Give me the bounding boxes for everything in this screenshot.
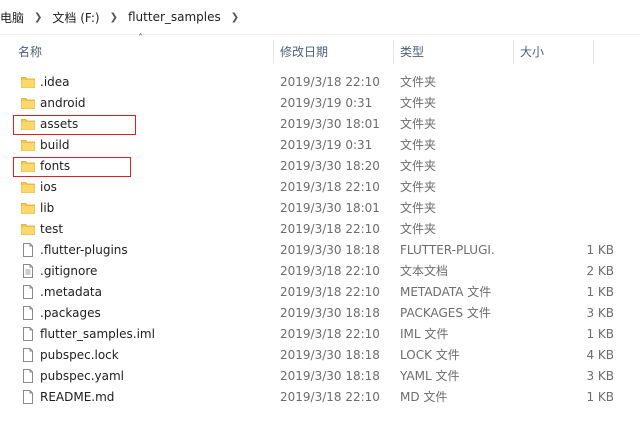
file-type: IML 文件 <box>400 327 449 341</box>
file-row[interactable]: assets 2019/3/30 18:01 文件夹 <box>0 114 640 135</box>
file-row[interactable]: .metadata 2019/3/18 22:10 METADATA 文件 1 KB <box>0 282 640 303</box>
file-row[interactable]: pubspec.yaml 2019/3/30 18:18 YAML 文件 3 KB <box>0 366 640 387</box>
file-row[interactable]: build 2019/3/19 0:31 文件夹 <box>0 135 640 156</box>
file-modified-date: 2019/3/30 18:01 <box>280 117 380 131</box>
file-name: lib <box>40 201 55 215</box>
file-icon <box>21 306 35 320</box>
file-icon <box>21 327 35 341</box>
file-name: .idea <box>40 75 70 89</box>
file-row[interactable]: android 2019/3/19 0:31 文件夹 <box>0 93 640 114</box>
file-row[interactable]: .gitignore 2019/3/18 22:10 文本文档 2 KB <box>0 261 640 282</box>
column-header-row: 名称 修改日期 类型 大小 <box>0 40 640 64</box>
file-icon <box>21 348 35 362</box>
file-name: .flutter-plugins <box>40 243 128 257</box>
file-icon <box>21 369 35 383</box>
file-modified-date: 2019/3/19 0:31 <box>280 96 373 110</box>
file-type: 文件夹 <box>400 75 437 89</box>
folder-icon <box>21 96 35 110</box>
file-row[interactable]: ios 2019/3/18 22:10 文件夹 <box>0 177 640 198</box>
file-modified-date: 2019/3/30 18:18 <box>280 369 380 383</box>
file-name: README.md <box>40 390 115 404</box>
file-type: 文件夹 <box>400 117 437 131</box>
chevron-right-icon[interactable]: ❯ <box>110 12 118 23</box>
file-type: 文件夹 <box>400 180 437 194</box>
file-name: android <box>40 96 86 110</box>
file-size: 1 KB <box>586 285 614 299</box>
folder-icon <box>21 180 35 194</box>
file-name: build <box>40 138 70 152</box>
folder-icon <box>21 138 35 152</box>
file-row[interactable]: test 2019/3/18 22:10 文件夹 <box>0 219 640 240</box>
file-modified-date: 2019/3/30 18:18 <box>280 348 380 362</box>
breadcrumb-item-drive[interactable]: 文档 (F:) <box>52 9 99 26</box>
file-name: .metadata <box>40 285 102 299</box>
chevron-right-icon[interactable]: ❯ <box>34 12 42 23</box>
file-name: .gitignore <box>40 264 98 278</box>
file-size: 1 KB <box>586 327 614 341</box>
file-type: LOCK 文件 <box>400 348 460 362</box>
column-header-name[interactable]: 名称 <box>12 40 274 64</box>
file-type: 文本文档 <box>400 264 449 278</box>
file-row[interactable]: fonts 2019/3/30 18:20 文件夹 <box>0 156 640 177</box>
file-modified-date: 2019/3/30 18:18 <box>280 243 380 257</box>
breadcrumb: 电脑 ❯ 文档 (F:) ❯ flutter_samples ❯ <box>0 0 640 35</box>
file-modified-date: 2019/3/30 18:01 <box>280 201 380 215</box>
file-row[interactable]: flutter_samples.iml 2019/3/18 22:10 IML 文件… <box>0 324 640 345</box>
highlight-box <box>13 157 131 177</box>
file-size: 1 KB <box>586 243 614 257</box>
file-modified-date: 2019/3/18 22:10 <box>280 264 380 278</box>
file-row[interactable]: .packages 2019/3/30 18:18 PACKAGES 文件 3 KB <box>0 303 640 324</box>
file-size: 1 KB <box>586 390 614 404</box>
file-type: 文件夹 <box>400 96 437 110</box>
column-header-type[interactable]: 类型 <box>394 40 514 64</box>
text-file-icon <box>21 264 35 278</box>
file-modified-date: 2019/3/30 18:20 <box>280 159 380 173</box>
highlight-box <box>13 115 136 135</box>
file-row[interactable]: .idea 2019/3/18 22:10 文件夹 <box>0 72 640 93</box>
file-name: pubspec.lock <box>40 348 119 362</box>
file-modified-date: 2019/3/18 22:10 <box>280 390 380 404</box>
file-type: 文件夹 <box>400 201 437 215</box>
file-type: PACKAGES 文件 <box>400 306 491 320</box>
column-header-modified[interactable]: 修改日期 <box>274 40 394 64</box>
file-icon <box>21 285 35 299</box>
file-row[interactable]: .flutter-plugins 2019/3/30 18:18 FLUTTER-P… <box>0 240 640 261</box>
file-type: YAML 文件 <box>400 369 460 383</box>
column-header-size[interactable]: 大小 <box>514 40 594 64</box>
file-modified-date: 2019/3/18 22:10 <box>280 222 380 236</box>
file-size: 3 KB <box>586 369 614 383</box>
file-name: flutter_samples.iml <box>40 327 155 341</box>
file-size: 3 KB <box>586 306 614 320</box>
breadcrumb-item-pc[interactable]: 电脑 <box>0 9 24 26</box>
file-type: METADATA 文件 <box>400 285 492 299</box>
file-modified-date: 2019/3/30 18:18 <box>280 306 380 320</box>
file-type: 文件夹 <box>400 159 437 173</box>
file-modified-date: 2019/3/18 22:10 <box>280 285 380 299</box>
file-type: MD 文件 <box>400 390 448 404</box>
file-icon <box>21 390 35 404</box>
file-row[interactable]: README.md 2019/3/18 22:10 MD 文件 1 KB <box>0 387 640 408</box>
file-icon <box>21 243 35 257</box>
file-modified-date: 2019/3/18 22:10 <box>280 327 380 341</box>
file-size: 4 KB <box>586 348 614 362</box>
file-row[interactable]: pubspec.lock 2019/3/30 18:18 LOCK 文件 4 KB <box>0 345 640 366</box>
file-name: pubspec.yaml <box>40 369 124 383</box>
file-size: 2 KB <box>586 264 614 278</box>
file-name: .packages <box>40 306 101 320</box>
file-name: test <box>40 222 64 236</box>
breadcrumb-item-folder[interactable]: flutter_samples <box>128 10 221 24</box>
file-type: 文件夹 <box>400 222 437 236</box>
file-name: ios <box>40 180 57 194</box>
folder-icon <box>21 222 35 236</box>
file-type: FLUTTER-PLUGI... <box>400 243 494 257</box>
file-row[interactable]: lib 2019/3/30 18:01 文件夹 <box>0 198 640 219</box>
folder-icon <box>21 201 35 215</box>
file-modified-date: 2019/3/18 22:10 <box>280 180 380 194</box>
column-divider[interactable] <box>593 40 594 64</box>
chevron-right-icon[interactable]: ❯ <box>231 12 239 23</box>
file-modified-date: 2019/3/19 0:31 <box>280 138 373 152</box>
file-modified-date: 2019/3/18 22:10 <box>280 75 380 89</box>
file-type: 文件夹 <box>400 138 437 152</box>
folder-icon <box>21 75 35 89</box>
